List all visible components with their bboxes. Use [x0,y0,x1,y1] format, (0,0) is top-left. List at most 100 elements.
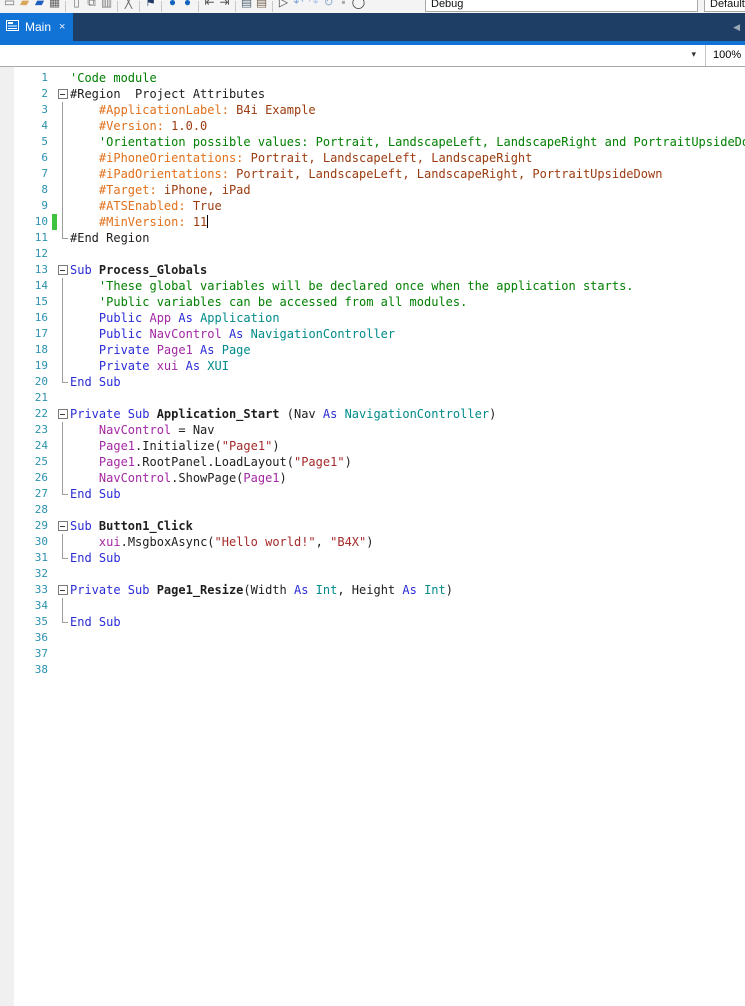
code-line-31[interactable]: 31 End Sub [14,550,745,566]
modules-icon[interactable]: ⧉ [84,0,99,13]
line-number: 32 [34,567,48,580]
code-line-28[interactable]: 28 [14,502,745,518]
open-folder-icon[interactable]: ▰ [17,0,32,13]
uncomment-icon[interactable]: ▤ [254,0,269,13]
line-number: 23 [34,423,48,436]
code-text: NavControl.ShowPage(Page1) [98,471,287,485]
cut-icon[interactable]: ╳ [121,0,136,13]
navigate-forward-icon[interactable]: ● [180,0,195,13]
build-configuration-combobox[interactable]: Debug [425,0,698,12]
code-line-20[interactable]: 20 End Sub [14,374,745,390]
refresh-icon[interactable]: ↻ [321,0,336,13]
indent-icon[interactable]: ⇥ [217,0,232,13]
line-number: 31 [34,551,48,564]
fold-line [57,278,70,294]
code-line-25[interactable]: 25 Page1.RootPanel.LoadLayout("Page1") [14,454,745,470]
save-all-icon[interactable]: ▦ [47,0,62,13]
fold-collapse-icon[interactable] [57,262,70,278]
code-line-12[interactable]: 12 [14,246,745,262]
fold-line [57,182,70,198]
line-number: 5 [41,135,48,148]
code-line-22[interactable]: 22 Private Sub Application_Start (Nav As … [14,406,745,422]
line-number: 20 [34,375,48,388]
undo-icon[interactable]: ↶ [291,0,306,13]
code-line-34[interactable]: 34 [14,598,745,614]
line-number: 19 [34,359,48,372]
tab-main[interactable]: Main × [0,13,74,41]
code-line-27[interactable]: 27 End Sub [14,486,745,502]
bookmark-icon[interactable]: ⚑ [143,0,158,13]
build-profile-combobox[interactable]: Default [704,0,745,12]
code-line-36[interactable]: 36 [14,630,745,646]
comment-icon[interactable]: ▤ [239,0,254,13]
fold-line [57,550,70,566]
code-line-10[interactable]: 10 #MinVersion: 11 [14,214,745,230]
code-line-29[interactable]: 29 Sub Button1_Click [14,518,745,534]
code-line-33[interactable]: 33 Private Sub Page1_Resize(Width As Int,… [14,582,745,598]
line-number: 36 [34,631,48,644]
code-line-24[interactable]: 24 Page1.Initialize("Page1") [14,438,745,454]
code-line-4[interactable]: 4 #Version: 1.0.0 [14,118,745,134]
code-line-7[interactable]: 7 #iPadOrientations: Portrait, Landscape… [14,166,745,182]
code-line-19[interactable]: 19 Private xui As XUI [14,358,745,374]
redo-icon[interactable]: ↷ [306,0,321,13]
code-line-8[interactable]: 8 #Target: iPhone, iPad [14,182,745,198]
fold-collapse-icon[interactable] [57,518,70,534]
designer-icon[interactable]: ▥ [99,0,114,13]
code-line-17[interactable]: 17 Public NavControl As NavigationContro… [14,326,745,342]
line-number: 18 [34,343,48,356]
line-number: 1 [41,71,48,84]
code-line-1[interactable]: 1 'Code module [14,70,745,86]
code-line-26[interactable]: 26 NavControl.ShowPage(Page1) [14,470,745,486]
code-line-3[interactable]: 3 #ApplicationLabel: B4i Example [14,102,745,118]
fold-line [57,422,70,438]
run-icon[interactable]: ▷ [276,0,291,13]
code-line-18[interactable]: 18 Private Page1 As Page [14,342,745,358]
tab-close-icon[interactable]: × [59,21,65,33]
breakpoint-margin[interactable] [0,67,14,1006]
code-text: End Sub [70,551,121,565]
code-line-21[interactable]: 21 [14,390,745,406]
fold-margin [57,662,70,678]
pause-icon[interactable]: ▪ [336,0,351,13]
code-text: Public App As Application [70,311,280,325]
jump-to-sub-combobox[interactable]: ▾ [0,45,706,66]
code-line-5[interactable]: 5 'Orientation possible values: Portrait… [14,134,745,150]
line-number: 38 [34,663,48,676]
fold-collapse-icon[interactable] [57,86,70,102]
code-line-6[interactable]: 6 #iPhoneOrientations: Portrait, Landsca… [14,150,745,166]
tab-scroll-left-icon[interactable]: ◀ [733,22,740,33]
code-line-9[interactable]: 9 #ATSEnabled: True [14,198,745,214]
navigate-back-icon[interactable]: ● [165,0,180,13]
code-text: #Target: iPhone, iPad [70,183,251,197]
fold-margin [57,390,70,406]
code-line-15[interactable]: 15 'Public variables can be accessed fro… [14,294,745,310]
code-line-11[interactable]: 11 #End Region [14,230,745,246]
rebuild-icon[interactable]: ◯ [351,0,366,13]
code-line-13[interactable]: 13 Sub Process_Globals [14,262,745,278]
code-line-14[interactable]: 14 'These global variables will be decla… [14,278,745,294]
fold-line [57,310,70,326]
new-window-icon[interactable]: ▭ [2,0,17,13]
fold-line [57,614,70,630]
line-number: 28 [34,503,48,516]
editor-zoom-level[interactable]: 100% [706,45,745,66]
code-editor[interactable]: 1 'Code module 2 #Region Project Attributes… [0,67,745,1006]
export-project-icon[interactable]: ▯ [69,0,84,13]
code-line-16[interactable]: 16 Public App As Application [14,310,745,326]
code-line-23[interactable]: 23 NavControl = Nav [14,422,745,438]
fold-collapse-icon[interactable] [57,582,70,598]
line-number: 29 [34,519,48,532]
code-line-32[interactable]: 32 [14,566,745,582]
code-line-37[interactable]: 37 [14,646,745,662]
code-line-30[interactable]: 30 xui.MsgboxAsync("Hello world!", "B4X"… [14,534,745,550]
code-line-35[interactable]: 35 End Sub [14,614,745,630]
outdent-icon[interactable]: ⇤ [202,0,217,13]
tab-label: Main [25,20,52,34]
fold-collapse-icon[interactable] [57,406,70,422]
save-icon[interactable]: ▰ [32,0,47,13]
code-line-2[interactable]: 2 #Region Project Attributes [14,86,745,102]
fold-margin [57,246,70,262]
chevron-down-icon[interactable]: ▾ [691,49,696,60]
code-line-38[interactable]: 38 [14,662,745,678]
